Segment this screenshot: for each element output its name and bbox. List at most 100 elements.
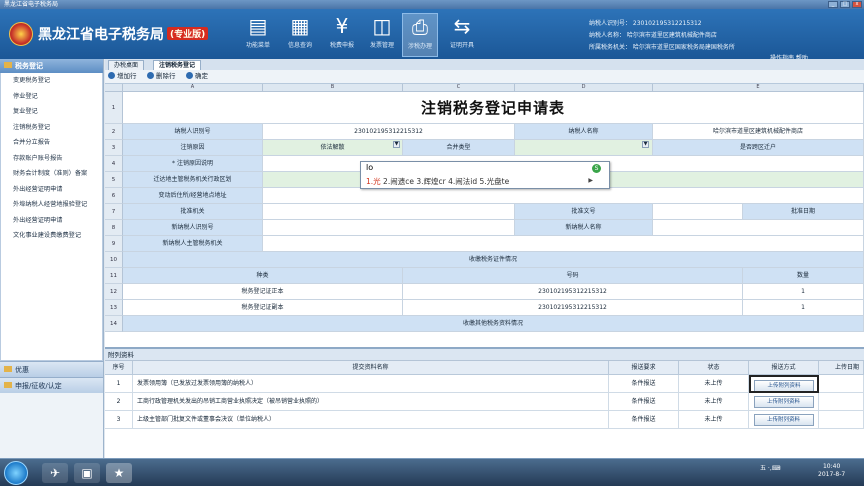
nav-tax-handling[interactable]: ⎙ 涉税办理 [402, 13, 438, 57]
sidebar-item[interactable]: 复业登记 [1, 104, 102, 120]
sidebar-section-preferential[interactable]: 优惠 [0, 361, 103, 377]
delete-row-button[interactable]: 删除行 [147, 72, 176, 81]
cert-number-header: 号码 [403, 268, 743, 284]
col-head: C [403, 84, 515, 92]
folder-icon [4, 382, 12, 388]
new-address-input[interactable] [263, 188, 864, 204]
sidebar-item[interactable]: 财务会计制度（准则）备案 [1, 166, 102, 182]
nav-function-menu[interactable]: ▤ 功能菜单 [240, 13, 276, 57]
approval-number-input[interactable] [653, 204, 743, 220]
sidebar-item[interactable]: 外出经营证明申请 [1, 213, 102, 229]
sogou-logo-icon: S [592, 164, 601, 173]
row-number: 9 [105, 236, 123, 252]
chevron-down-icon[interactable]: ▼ [642, 141, 649, 148]
invoice-icon: ◫ [372, 14, 392, 38]
taxpayer-name-value: 哈尔滨市道里区建筑机械配件商店 [653, 124, 864, 140]
sidebar-section-declare[interactable]: 申报/征收/认定 [0, 377, 103, 393]
row-number: 2 [105, 124, 123, 140]
tab-desktop[interactable]: 办税桌面 [108, 60, 145, 70]
close-button[interactable]: x [852, 1, 862, 8]
windows-taskbar: ✈ ▣ ★ 五 ·,⌨ 10:40 2017-8-7 [0, 458, 864, 486]
attach-name: 上级主管部门批复文件或董事会决议（单位纳税人） [133, 411, 609, 429]
sidebar-item[interactable]: 存款账户账号报告 [1, 151, 102, 167]
nav-tax-declaration[interactable]: ¥ 税费申报 [324, 13, 360, 57]
attach-header: 状态 [679, 361, 749, 375]
attachments-title: 附列资料 [105, 349, 864, 361]
taxpayer-id-value: 230102195312215312 [263, 124, 515, 140]
nav-invoice-management[interactable]: ◫ 发票管理 [364, 13, 400, 57]
next-page-icon[interactable]: ▶ [588, 177, 593, 184]
new-address-label: 变动后住所/经营地点地址 [123, 188, 263, 204]
nav-info-query[interactable]: ▦ 信息查询 [282, 13, 318, 57]
row-number: 1 [105, 92, 123, 124]
bureau-title: 黑龙江省电子税务局 (专业版) [38, 24, 209, 44]
merge-type-select[interactable]: ▼ [515, 140, 653, 156]
sidebar-item[interactable]: 文化事业建设费缴费登记 [1, 228, 102, 244]
attach-status: 未上传 [679, 393, 749, 411]
upload-button[interactable]: 上传附列资料 [754, 379, 814, 391]
confirm-button[interactable]: 确定 [186, 72, 208, 81]
sidebar-item[interactable]: 合并分立报告 [1, 135, 102, 151]
chevron-down-icon[interactable]: ▼ [393, 141, 400, 148]
taskbar-clock[interactable]: 10:40 2017-8-7 [818, 463, 845, 479]
explorer-icon[interactable]: ▣ [74, 463, 100, 483]
upload-button[interactable]: 上传附列资料 [753, 413, 814, 426]
plane-icon[interactable]: ✈ [42, 463, 68, 483]
new-authority-input[interactable] [263, 236, 864, 252]
system-tray[interactable]: 五 ·,⌨ [760, 463, 780, 472]
approval-authority-input[interactable] [263, 204, 515, 220]
other-docs-section-title: 收缴其他税务资料情况 [123, 316, 864, 332]
upload-button[interactable]: 上传附列资料 [753, 395, 814, 408]
ime-candidate[interactable]: 1.光 [366, 177, 381, 186]
cert-count-cell[interactable]: 1 [743, 284, 864, 300]
start-button[interactable] [4, 461, 28, 485]
sidebar-item[interactable]: 注销税务登记 [1, 120, 102, 136]
attach-header: 序号 [105, 361, 133, 375]
attach-method: 上传附列资料 [749, 411, 819, 429]
cert-number-cell: 230102195312215312 [403, 300, 743, 316]
ime-candidate[interactable]: 4.闹法id [448, 177, 477, 186]
cert-type-cell: 税务登记证副本 [123, 300, 403, 316]
tab-deregistration[interactable]: 注销税务登记 [153, 60, 202, 70]
cert-count-cell[interactable]: 1 [743, 300, 864, 316]
tax-authority-line: 所属税务机关： 哈尔滨市道里区国家税务局建国税务所 [589, 44, 735, 51]
new-taxpayer-id-label: 新纳税人识别号 [123, 220, 263, 236]
folder-icon [4, 366, 12, 372]
toolbar: 增加行 删除行 确定 [105, 70, 864, 84]
tab-strip: 办税桌面 注销税务登记 [105, 59, 864, 70]
attach-status: 未上传 [679, 375, 749, 393]
ime-candidate-window[interactable]: lo S 1.光 2.闹遗ce 3.辉煌cr 4.闹法id 5.光盘te ▶ [360, 161, 610, 189]
sidebar-item[interactable]: 停业登记 [1, 89, 102, 105]
attach-header: 报送方式 [749, 361, 819, 375]
row-number: 12 [105, 284, 123, 300]
check-icon [186, 72, 193, 79]
add-row-button[interactable]: 增加行 [108, 72, 137, 81]
sidebar-item[interactable]: 外埠纳税人经营地报验登记 [1, 197, 102, 213]
building-icon: ▦ [290, 14, 310, 38]
main-area: 办税桌面 注销税务登记 增加行 删除行 确定 A B C D E 1 2 3 4… [105, 59, 864, 458]
attach-no: 3 [105, 411, 133, 429]
ime-candidate[interactable]: 5.光盘te [480, 177, 510, 186]
maximize-button[interactable]: □ [840, 1, 850, 8]
attach-method: 上传附列资料 [749, 393, 819, 411]
deregistration-sheet: A B C D E 1 2 3 4 5 6 7 8 9 10 11 12 13 … [105, 84, 864, 347]
tax-app-icon[interactable]: ★ [106, 463, 132, 483]
sidebar-head[interactable]: 税务登记 [0, 59, 103, 73]
sidebar-item[interactable]: 变更税务登记 [1, 73, 102, 89]
new-taxpayer-id-input[interactable] [263, 220, 515, 236]
approval-number-label: 批准文号 [515, 204, 653, 220]
ime-candidate[interactable]: 3.辉煌cr [416, 177, 445, 186]
nav-certificate[interactable]: ⇆ 证明开具 [444, 13, 480, 57]
sidebar-item[interactable]: 外出经营证明申请 [1, 182, 102, 198]
new-taxpayer-name-input[interactable] [653, 220, 864, 236]
col-head: E [653, 84, 864, 92]
row-number: 10 [105, 252, 123, 268]
cross-region-label: 是否跨区迁户 [653, 140, 864, 156]
attach-name: 发票领用簿（已发放过发票领用簿的纳税人） [133, 375, 609, 393]
attachments-panel: 附列资料 序号 提交资料名称 报送要求 状态 报送方式 上传日期 1 发票领用簿… [105, 347, 864, 458]
destination-authority-label: 迁达地主管税务机关行政区划 [123, 172, 263, 188]
minimize-button[interactable]: _ [828, 1, 838, 8]
reason-select[interactable]: 依法解散 ▼ [263, 140, 403, 156]
ime-candidate[interactable]: 2.闹遗ce [383, 177, 414, 186]
approval-date-label: 批准日期 [743, 204, 864, 220]
